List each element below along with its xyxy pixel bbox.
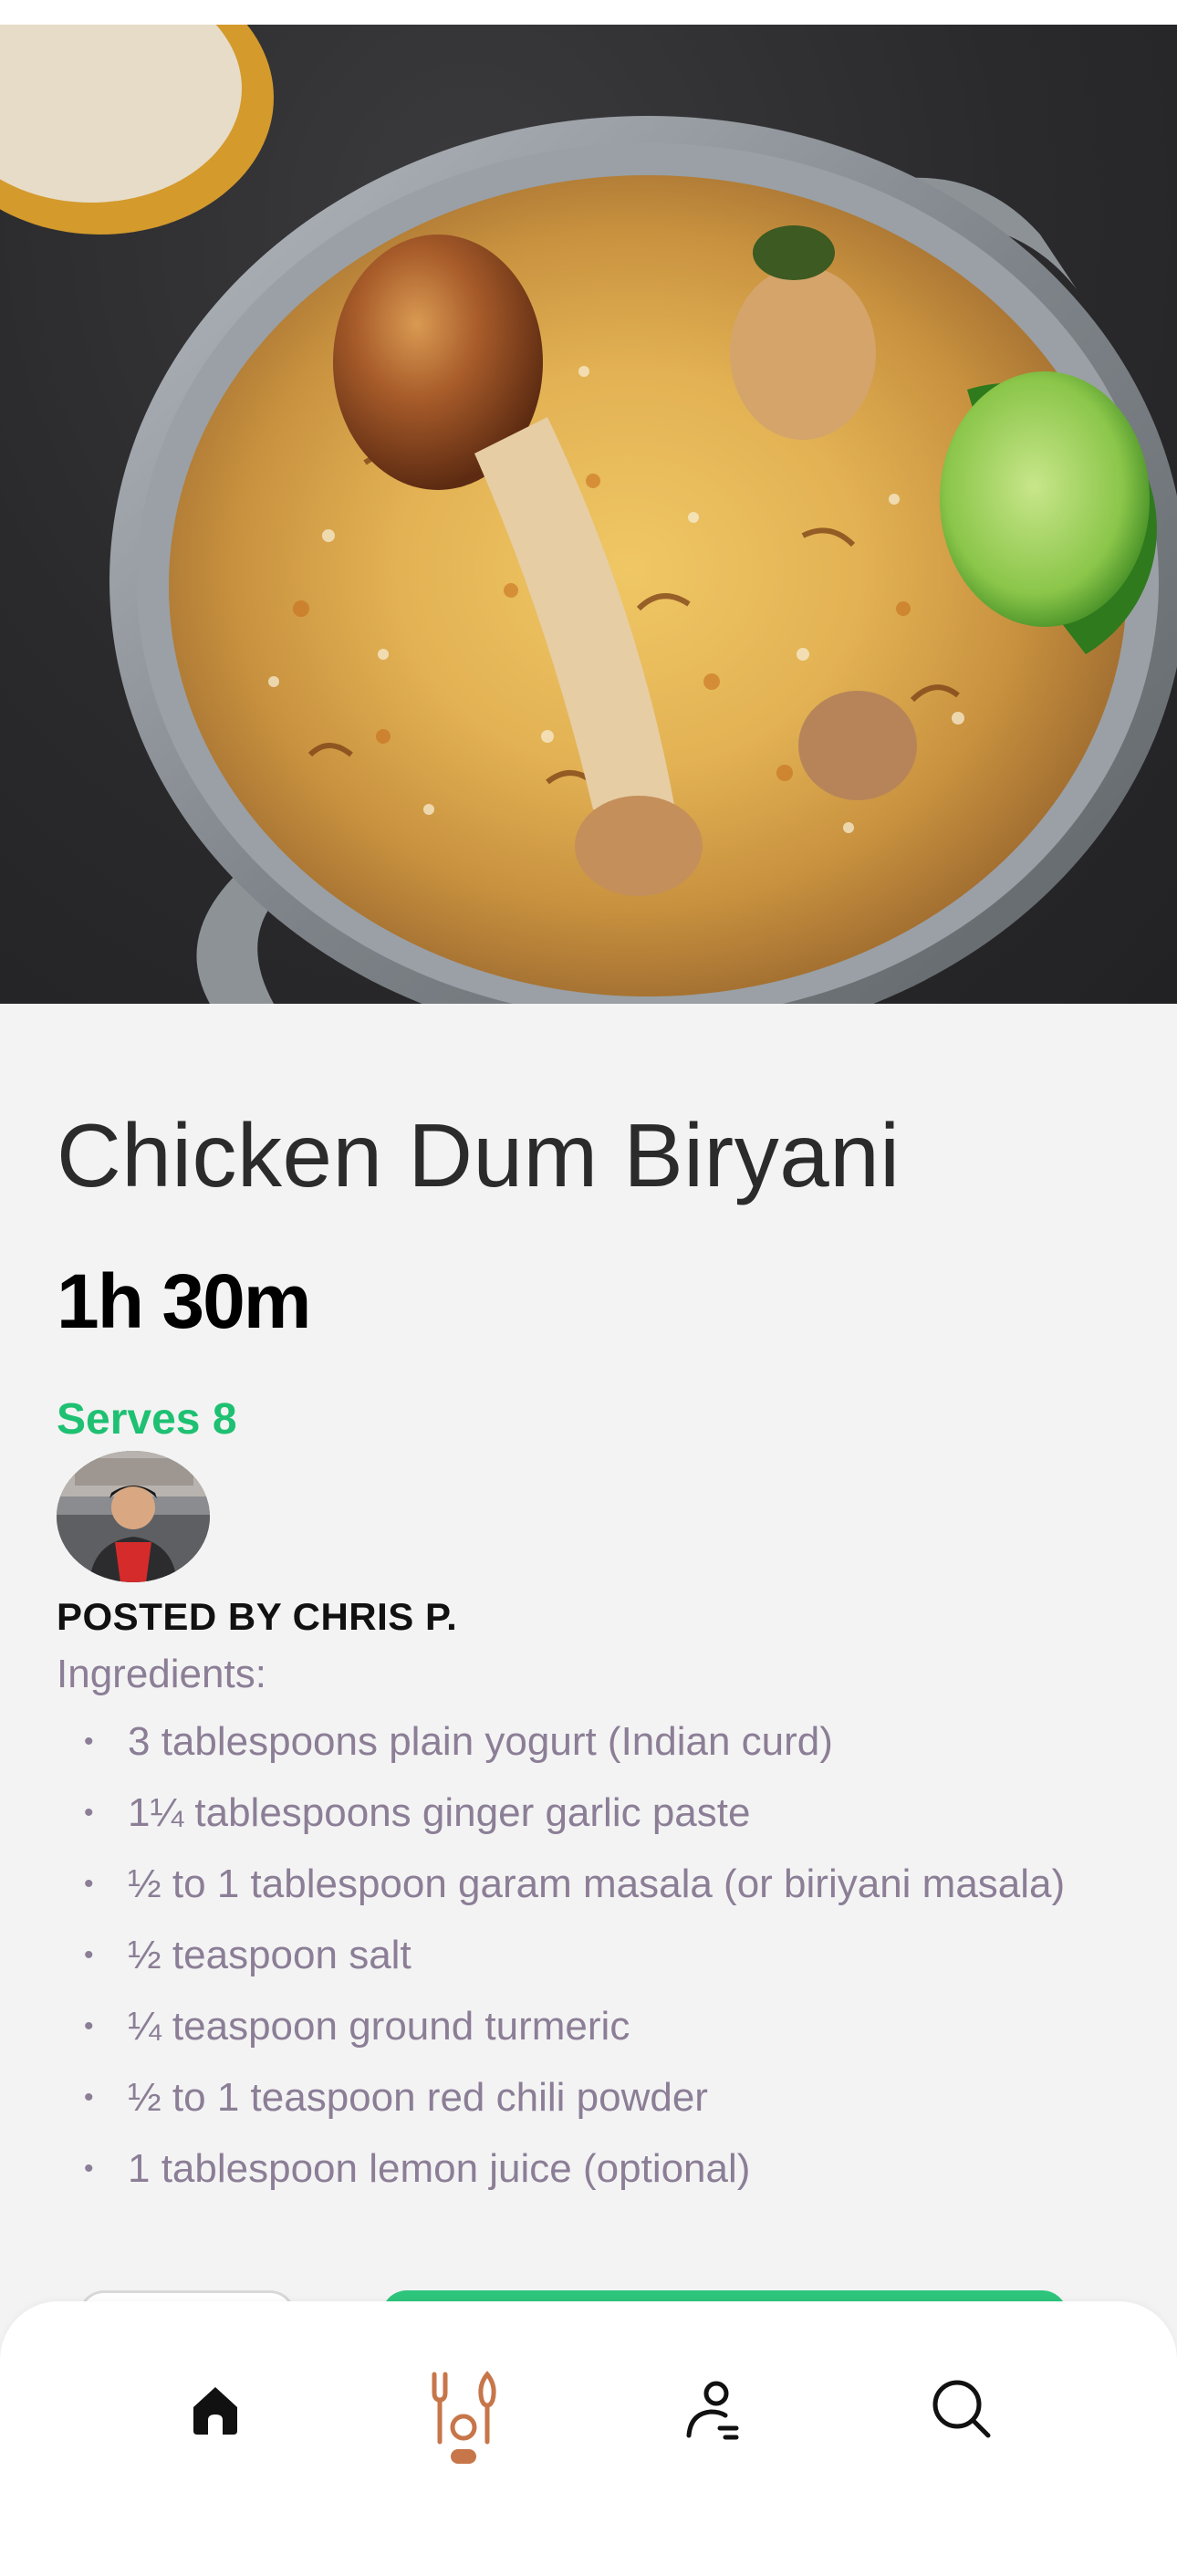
ingredients-heading: Ingredients: (57, 1652, 266, 1696)
bottom-nav-bar (0, 2301, 1177, 2576)
nav-recipes[interactable] (418, 2365, 509, 2456)
servings: Serves 8 (57, 1395, 237, 1444)
ingredient-item: ¼ teaspoon ground turmeric (57, 1991, 1088, 2062)
home-icon (186, 2380, 245, 2443)
ingredient-item: 1¼ tablespoons ginger garlic paste (57, 1778, 1088, 1849)
cook-time: 1h 30m (57, 1258, 311, 1344)
active-nav-indicator (451, 2449, 476, 2464)
recipe-title: Chicken Dum Biryani (57, 1105, 901, 1205)
search-icon (930, 2377, 994, 2446)
ingredients-list: 3 tablespoons plain yogurt (Indian curd)… (57, 1706, 1088, 2205)
status-bar-area (0, 0, 1177, 25)
ingredient-item: 1 tablespoon lemon juice (optional) (57, 2133, 1088, 2205)
ingredient-item: 3 tablespoons plain yogurt (Indian curd) (57, 1706, 1088, 1778)
user-icon (680, 2377, 744, 2446)
author-avatar[interactable] (57, 1451, 210, 1582)
recipe-hero-image (0, 25, 1177, 1004)
ingredient-item: ½ to 1 tablespoon garam masala (or biriy… (57, 1849, 1088, 1920)
ingredient-item: ½ teaspoon salt (57, 1920, 1088, 1991)
nav-home[interactable] (170, 2365, 261, 2456)
ingredient-item: ½ to 1 teaspoon red chili powder (57, 2062, 1088, 2133)
author-credit: POSTED BY CHRIS P. (57, 1595, 458, 1638)
nav-search[interactable] (916, 2365, 1007, 2456)
kitchen-utensils-icon (427, 2370, 500, 2452)
nav-profile[interactable] (666, 2365, 757, 2456)
